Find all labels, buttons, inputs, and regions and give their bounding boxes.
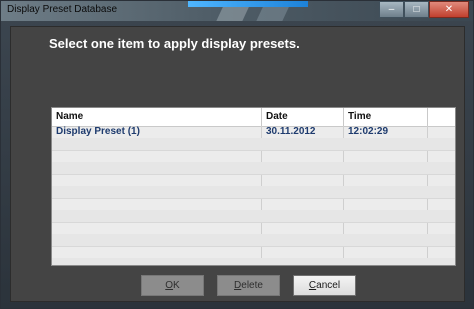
title-bar[interactable]: Display Preset Database – □ ✕ xyxy=(1,1,473,21)
ok-mnemonic: O xyxy=(165,280,174,291)
empty-row xyxy=(52,246,455,259)
preset-database-window: Display Preset Database – □ ✕ Select one… xyxy=(0,0,474,309)
delete-button[interactable]: Delete xyxy=(217,275,280,296)
empty-row xyxy=(52,174,455,187)
empty-row xyxy=(52,258,455,265)
close-button[interactable]: ✕ xyxy=(429,1,469,18)
cell-date: 30.11.2012 xyxy=(266,126,316,137)
table-row[interactable]: Display Preset (1) 30.11.2012 12:02:29 xyxy=(52,126,455,139)
close-icon: ✕ xyxy=(444,4,454,15)
column-header-time[interactable]: Time xyxy=(344,108,428,126)
maximize-icon: □ xyxy=(413,4,420,15)
maximize-button[interactable]: □ xyxy=(404,1,429,18)
window-controls: – □ ✕ xyxy=(379,1,469,19)
column-header-date[interactable]: Date xyxy=(262,108,344,126)
empty-row xyxy=(52,222,455,235)
dialog-client-area: Select one item to apply display presets… xyxy=(10,26,465,302)
aero-highlight xyxy=(188,1,308,7)
empty-row xyxy=(52,198,455,211)
instruction-text: Select one item to apply display presets… xyxy=(49,36,300,51)
column-header-name[interactable]: Name xyxy=(52,108,262,126)
cancel-label: ancel xyxy=(316,280,341,291)
cancel-button[interactable]: Cancel xyxy=(293,275,356,296)
empty-row xyxy=(52,234,455,247)
minimize-icon: – xyxy=(388,4,395,15)
empty-row xyxy=(52,210,455,223)
empty-row xyxy=(52,138,455,151)
cell-name: Display Preset (1) xyxy=(56,126,140,137)
cell-time: 12:02:29 xyxy=(348,126,389,137)
empty-row xyxy=(52,150,455,163)
delete-label: elete xyxy=(241,280,263,291)
empty-row xyxy=(52,162,455,175)
window-title: Display Preset Database xyxy=(7,4,118,15)
empty-row xyxy=(52,186,455,199)
delete-mnemonic: D xyxy=(234,280,242,291)
cancel-mnemonic: C xyxy=(308,280,317,291)
ok-label: K xyxy=(173,280,180,291)
table-header: Name Date Time xyxy=(52,108,455,127)
minimize-button[interactable]: – xyxy=(379,1,404,18)
preset-table[interactable]: Name Date Time Display Preset (1) 30.11.… xyxy=(51,107,456,266)
table-body: Display Preset (1) 30.11.2012 12:02:29 xyxy=(52,126,455,265)
ok-button[interactable]: OK xyxy=(141,275,204,296)
